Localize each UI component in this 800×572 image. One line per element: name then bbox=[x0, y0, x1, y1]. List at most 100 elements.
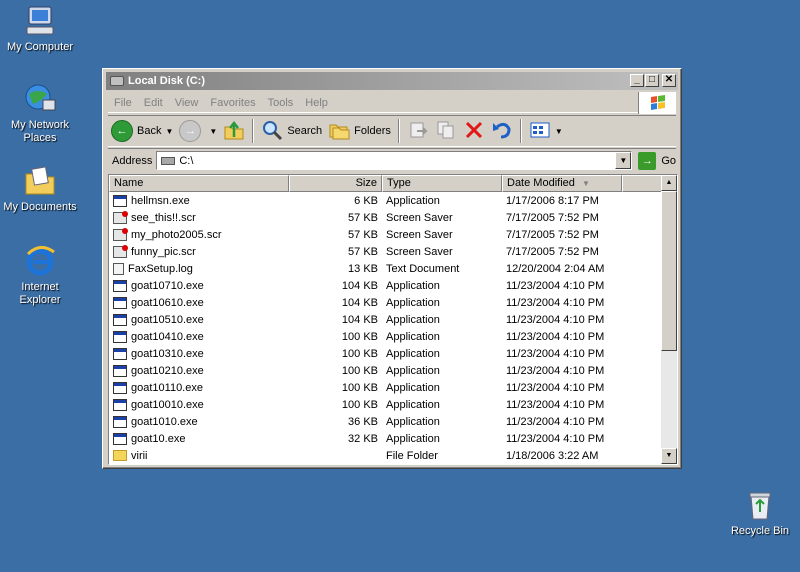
file-size: 100 KB bbox=[341, 381, 378, 394]
menu-tools[interactable]: Tools bbox=[262, 97, 300, 109]
file-size: 36 KB bbox=[348, 415, 378, 428]
forward-arrow-icon: → bbox=[179, 120, 202, 142]
move-to-button[interactable] bbox=[404, 118, 432, 144]
file-row[interactable]: goat10.exe 32 KB Application 11/23/2004 4:1… bbox=[109, 430, 662, 447]
undo-button[interactable] bbox=[488, 118, 516, 144]
file-row[interactable]: goat10710.exe 104 KB Application 11/23/2004… bbox=[109, 277, 662, 294]
internet-explorer-icon bbox=[23, 244, 57, 278]
file-row[interactable]: hellmsn.exe 6 KB Application 1/17/2006 8:17… bbox=[109, 192, 662, 209]
copy-to-icon bbox=[435, 119, 457, 144]
address-value: C:\ bbox=[179, 154, 194, 167]
address-input[interactable]: C:\ ▼ bbox=[156, 151, 633, 170]
file-row[interactable]: goat1010.exe 36 KB Application 11/23/2004 4… bbox=[109, 413, 662, 430]
file-row[interactable]: virii File Folder 1/18/2006 3:22 AM bbox=[109, 447, 662, 464]
minimize-button[interactable]: _ bbox=[630, 74, 644, 87]
application-icon bbox=[113, 279, 127, 292]
scroll-down-button[interactable]: ▼ bbox=[661, 448, 677, 464]
folders-label: Folders bbox=[354, 125, 391, 137]
address-dropdown-button[interactable]: ▼ bbox=[615, 152, 632, 169]
file-name-cell: my_photo2005.scr bbox=[109, 227, 289, 241]
file-row[interactable]: goat10210.exe 100 KB Application 11/23/2004… bbox=[109, 362, 662, 379]
desktop-icon-label: My Documents bbox=[3, 201, 77, 213]
file-type: Screen Saver bbox=[386, 228, 453, 241]
file-type: Application bbox=[386, 313, 440, 326]
file-size: 104 KB bbox=[341, 279, 378, 292]
file-row[interactable]: goat10310.exe 100 KB Application 11/23/2004… bbox=[109, 345, 662, 362]
file-name-cell: goat10310.exe bbox=[109, 347, 289, 360]
menu-view[interactable]: View bbox=[169, 97, 205, 109]
screensaver-icon bbox=[113, 227, 128, 241]
vertical-scrollbar[interactable]: ▲ ▼ bbox=[661, 175, 677, 464]
file-list: Name Size Type Date Modified ▼ hellmsn.e… bbox=[108, 174, 678, 465]
search-label: Search bbox=[287, 125, 323, 137]
application-icon bbox=[113, 347, 127, 360]
file-row[interactable]: my_photo2005.scr 57 KB Screen Saver 7/17/20… bbox=[109, 226, 662, 243]
file-row[interactable]: funny_pic.scr 57 KB Screen Saver 7/17/2005 … bbox=[109, 243, 662, 260]
delete-button[interactable] bbox=[460, 118, 488, 144]
desktop-icon-internet-explorer[interactable]: Internet Explorer bbox=[0, 244, 80, 307]
file-name: my_photo2005.scr bbox=[131, 228, 222, 241]
file-row[interactable]: goat10510.exe 104 KB Application 11/23/2004… bbox=[109, 311, 662, 328]
scroll-thumb[interactable] bbox=[661, 191, 677, 351]
file-date-modified: 11/23/2004 4:10 PM bbox=[506, 364, 605, 377]
copy-to-button[interactable] bbox=[432, 118, 460, 144]
file-row[interactable]: FaxSetup.log 13 KB Text Document 12/20/2004… bbox=[109, 260, 662, 277]
file-row[interactable]: goat10410.exe 100 KB Application 11/23/2004… bbox=[109, 328, 662, 345]
menu-favorites[interactable]: Favorites bbox=[204, 97, 261, 109]
column-header-size[interactable]: Size bbox=[289, 175, 382, 192]
go-arrow-icon: → bbox=[638, 151, 657, 170]
file-type: Application bbox=[386, 398, 440, 411]
file-name: goat10.exe bbox=[131, 432, 186, 445]
column-header-filler bbox=[622, 175, 662, 192]
go-label: Go bbox=[661, 154, 676, 167]
file-name: virii bbox=[131, 449, 148, 462]
forward-button[interactable]: → ▼ bbox=[176, 118, 220, 144]
desktop-icon-label: My Network Places bbox=[10, 119, 70, 144]
file-date-modified: 7/17/2005 7:52 PM bbox=[506, 245, 599, 258]
chevron-down-icon[interactable]: ▼ bbox=[209, 127, 217, 136]
chevron-down-icon[interactable]: ▼ bbox=[165, 127, 173, 136]
column-header-date[interactable]: Date Modified ▼ bbox=[502, 175, 622, 192]
file-date-modified: 11/23/2004 4:10 PM bbox=[506, 296, 605, 309]
up-folder-button[interactable] bbox=[220, 118, 248, 144]
file-size: 13 KB bbox=[348, 262, 378, 275]
file-row[interactable]: goat10610.exe 104 KB Application 11/23/2004… bbox=[109, 294, 662, 311]
file-row[interactable]: see_this!!.scr 57 KB Screen Saver 7/17/2005… bbox=[109, 209, 662, 226]
menu-file[interactable]: File bbox=[108, 97, 138, 109]
back-button[interactable]: ← Back ▼ bbox=[108, 118, 176, 144]
file-size: 100 KB bbox=[341, 398, 378, 411]
back-label: Back bbox=[137, 125, 162, 137]
file-date-modified: 11/23/2004 4:10 PM bbox=[506, 432, 605, 445]
toolbar-separator bbox=[519, 119, 522, 143]
desktop-icon-network-places[interactable]: My Network Places bbox=[0, 82, 80, 145]
application-icon bbox=[113, 432, 127, 445]
file-type: File Folder bbox=[386, 449, 438, 462]
file-row[interactable]: goat10010.exe 100 KB Application 11/23/2004… bbox=[109, 396, 662, 413]
search-button[interactable]: Search bbox=[258, 118, 325, 144]
views-button[interactable]: ▼ bbox=[526, 118, 566, 144]
maximize-button[interactable]: □ bbox=[645, 74, 659, 87]
file-name-cell: goat10610.exe bbox=[109, 296, 289, 309]
folders-button[interactable]: Folders bbox=[325, 118, 394, 144]
column-header-name[interactable]: Name bbox=[109, 175, 289, 192]
chevron-down-icon[interactable]: ▼ bbox=[555, 127, 563, 136]
menu-edit[interactable]: Edit bbox=[138, 97, 169, 109]
screensaver-icon bbox=[113, 244, 128, 258]
delete-icon bbox=[463, 119, 485, 144]
title-bar[interactable]: Local Disk (C:) _ □ ✕ bbox=[106, 72, 678, 90]
desktop-icon-recycle-bin[interactable]: Recycle Bin bbox=[720, 488, 800, 538]
desktop-icon-my-computer[interactable]: My Computer bbox=[0, 4, 80, 54]
file-row[interactable]: goat10110.exe 100 KB Application 11/23/2004… bbox=[109, 379, 662, 396]
menu-help[interactable]: Help bbox=[299, 97, 334, 109]
file-type: Application bbox=[386, 415, 440, 428]
go-button[interactable]: → Go bbox=[638, 151, 676, 170]
column-header-type[interactable]: Type bbox=[382, 175, 502, 192]
file-type: Application bbox=[386, 279, 440, 292]
file-name: goat10510.exe bbox=[131, 313, 204, 326]
scroll-up-button[interactable]: ▲ bbox=[661, 175, 677, 191]
file-date-modified: 11/23/2004 4:10 PM bbox=[506, 279, 605, 292]
close-button[interactable]: ✕ bbox=[662, 74, 676, 87]
file-date-modified: 11/23/2004 4:10 PM bbox=[506, 347, 605, 360]
toolbar: ← Back ▼ → ▼ Search Folders ▼ bbox=[108, 115, 676, 147]
desktop-icon-my-documents[interactable]: My Documents bbox=[0, 164, 80, 214]
